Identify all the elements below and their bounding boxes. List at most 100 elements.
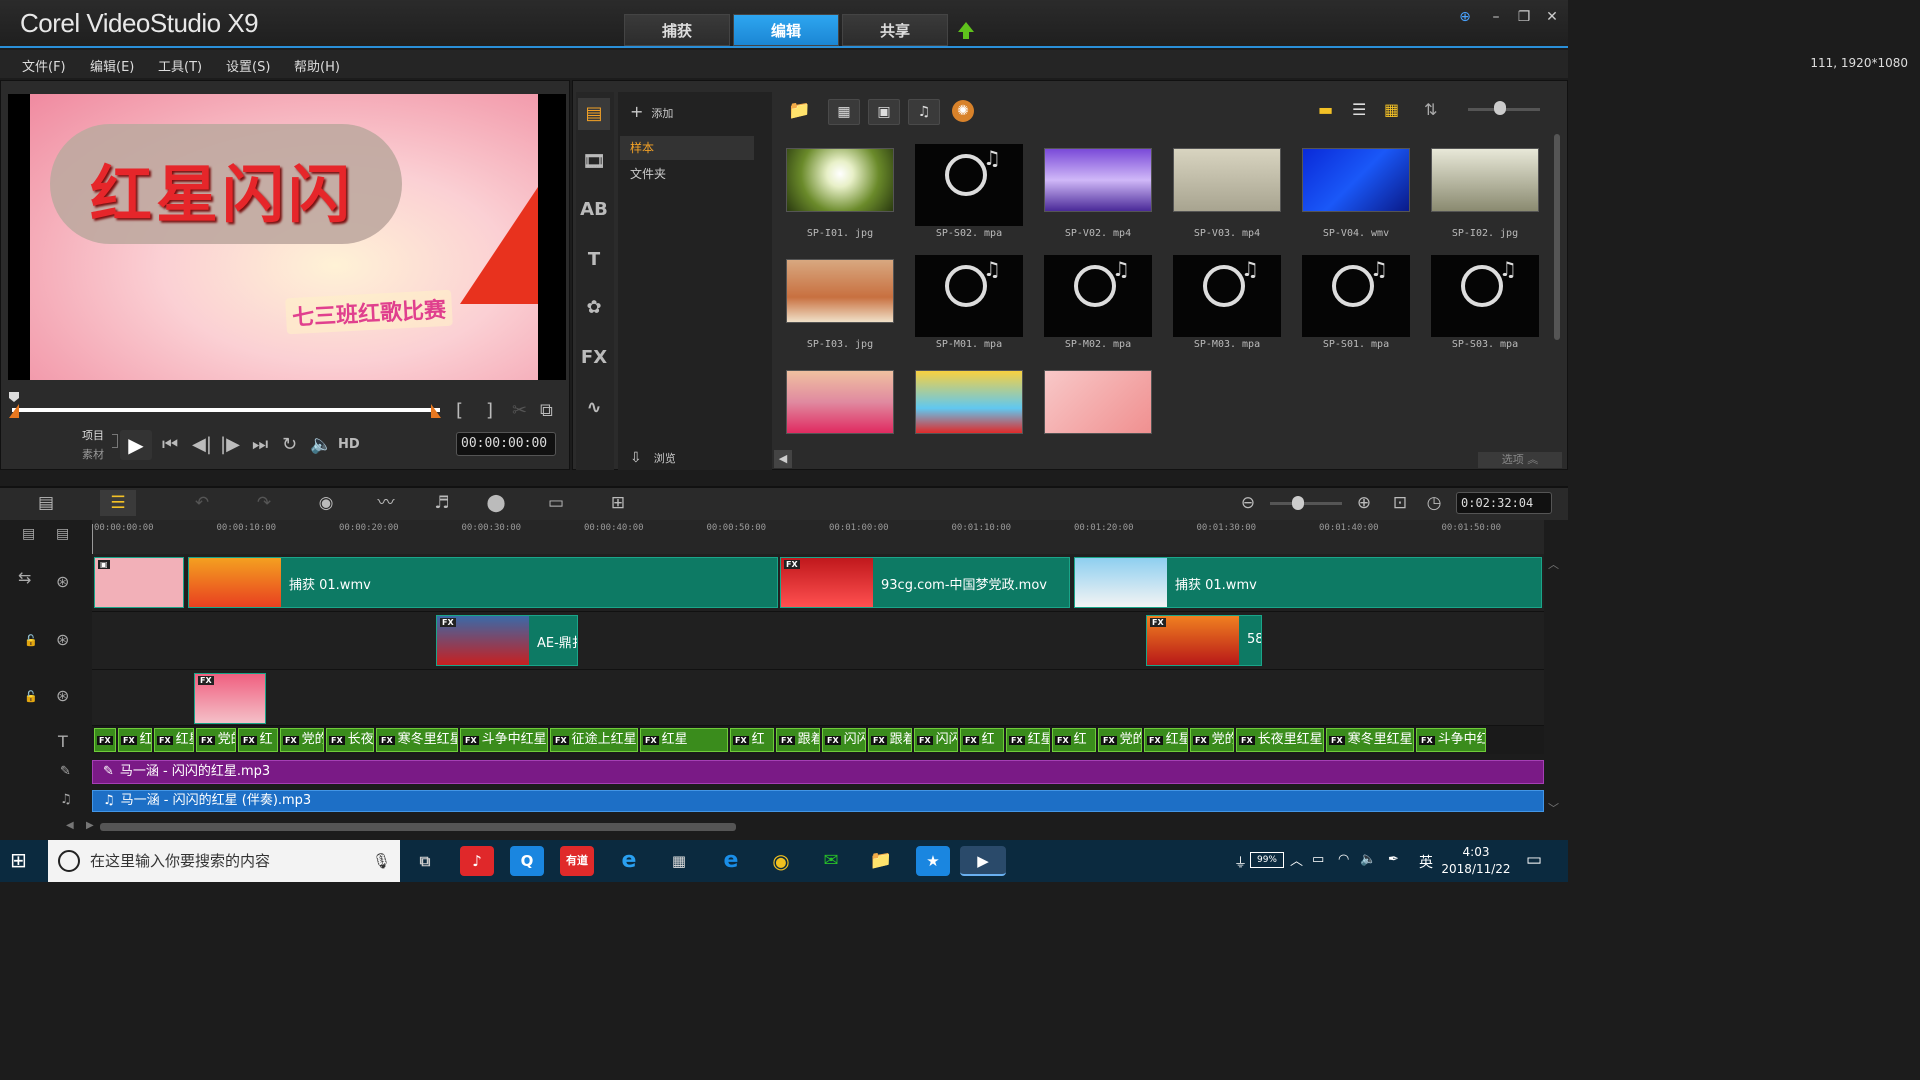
title-clip[interactable]: FX红 xyxy=(94,728,116,752)
calculator-icon[interactable]: ▦ xyxy=(662,846,696,876)
chrome-icon[interactable]: ◉ xyxy=(764,846,798,876)
title-clip[interactable]: FX党的 xyxy=(1098,728,1142,752)
hd-preview-toggle[interactable]: HD xyxy=(338,437,360,452)
pen-icon[interactable]: ✒ xyxy=(1388,852,1399,867)
repeat-icon[interactable]: ↻ xyxy=(282,434,297,455)
auto-music-icon[interactable]: ♬ xyxy=(424,490,460,516)
video-clip[interactable]: FX 93cg.com-中国梦党政.mov xyxy=(780,557,1070,608)
library-item[interactable] xyxy=(780,362,906,470)
browser-search-icon[interactable]: Q xyxy=(510,846,544,876)
zoom-in-icon[interactable]: ⊕ xyxy=(1346,490,1382,516)
taskbar-search-input[interactable]: 在这里输入你要搜索的内容 xyxy=(48,840,400,882)
title-clip[interactable]: FX党的 xyxy=(280,728,324,752)
collapse-library-icon[interactable]: ◀ xyxy=(774,450,792,468)
scroll-right-icon[interactable]: ▶ xyxy=(86,820,94,831)
library-item[interactable] xyxy=(909,362,1035,470)
storyboard-view-icon[interactable]: ▤ xyxy=(28,490,64,516)
title-view-icon[interactable]: ▬ xyxy=(1318,100,1333,119)
overlay-clip[interactable]: FX xyxy=(194,673,266,724)
tab-edit[interactable]: 编辑 xyxy=(733,14,839,46)
zoom-out-icon[interactable]: ⊖ xyxy=(1230,490,1266,516)
thumbnail-view-icon[interactable]: ▦ xyxy=(1384,100,1399,119)
library-item[interactable]: SP-I01. jpg xyxy=(780,140,906,248)
internet-explorer-icon[interactable]: e xyxy=(612,846,646,876)
next-frame-icon[interactable]: |▶ xyxy=(220,434,240,455)
show-videos-icon[interactable]: ▦ xyxy=(828,99,860,125)
scroll-down-icon[interactable]: ﹀ xyxy=(1548,800,1559,816)
track-manager-icon[interactable]: ▤ xyxy=(22,526,35,542)
wifi-icon[interactable]: ◠ xyxy=(1338,852,1349,867)
show-photos-icon[interactable]: ▣ xyxy=(868,99,900,125)
wechat-icon[interactable]: ✉ xyxy=(814,846,848,876)
preview-timecode[interactable]: 00:00:00:00 xyxy=(456,432,556,456)
transition-icon[interactable]: AB xyxy=(578,194,610,226)
mark-out-icon[interactable]: ] xyxy=(486,400,493,421)
show-audio-icon[interactable]: ♫ xyxy=(908,99,940,125)
speaker-icon[interactable]: 🔈 xyxy=(1360,852,1376,867)
sound-mixer-icon[interactable]: 〰 xyxy=(368,490,404,516)
title-clip[interactable]: FX红星 xyxy=(1144,728,1188,752)
options-button[interactable]: 选项 ︽ xyxy=(1478,452,1562,468)
fx-filter-icon[interactable]: FX xyxy=(578,342,610,374)
folder-samples[interactable]: 样本 xyxy=(620,136,754,160)
title-clip[interactable]: FX党的 xyxy=(196,728,236,752)
instant-project-icon[interactable]: 🎞 xyxy=(578,146,610,178)
title-clip[interactable]: FX红 xyxy=(1052,728,1096,752)
library-scrollbar[interactable] xyxy=(1554,134,1560,340)
timeline-view-icon[interactable]: ☰ xyxy=(100,490,136,516)
library-item[interactable]: SP-M01. mpa xyxy=(909,251,1035,359)
microphone-icon[interactable]: 🎙 xyxy=(372,852,391,870)
record-capture-icon[interactable]: ◉ xyxy=(308,490,344,516)
library-item[interactable]: SP-S02. mpa xyxy=(909,140,1035,248)
library-item[interactable]: SP-M03. mpa xyxy=(1167,251,1293,359)
library-item[interactable]: SP-V03. mp4 xyxy=(1167,140,1293,248)
previous-frame-icon[interactable]: ◀| xyxy=(192,434,212,455)
mark-in-icon[interactable]: [ xyxy=(456,400,463,421)
title-clip[interactable]: FX跟着 xyxy=(776,728,820,752)
title-clip[interactable]: FX跟着 xyxy=(868,728,912,752)
fit-project-icon[interactable]: ⊡ xyxy=(1382,490,1418,516)
title-clip[interactable]: FX 征途上红星 xyxy=(550,728,638,752)
windows-start-icon[interactable]: ⊞ xyxy=(10,848,27,872)
folder-folder[interactable]: 文件夹 xyxy=(620,162,754,186)
zoom-slider[interactable] xyxy=(1270,502,1342,505)
taskbar-clock[interactable]: 4:03 2018/11/22 xyxy=(1440,844,1512,878)
sort-icon[interactable]: ⇅ xyxy=(1424,100,1437,119)
video-clip[interactable]: 捕获 01.wmv xyxy=(188,557,778,608)
redo-icon[interactable]: ↷ xyxy=(246,490,282,516)
title-clip[interactable]: FX红 xyxy=(238,728,278,752)
notification-icon[interactable]: ▭ xyxy=(1526,850,1542,870)
show-hidden-icons[interactable]: ︿ xyxy=(1290,850,1303,869)
title-clip[interactable]: FX红 xyxy=(730,728,774,752)
end-icon[interactable]: ⏭ xyxy=(252,434,268,455)
undo-icon[interactable]: ↶ xyxy=(184,490,220,516)
graphics-icon[interactable]: ✿ xyxy=(578,292,610,324)
cortana-icon[interactable] xyxy=(58,850,80,872)
enlarge-preview-icon[interactable]: ⧉ xyxy=(540,400,553,421)
title-clip[interactable]: FX 寒冬里红星 xyxy=(1326,728,1414,752)
mode-clip[interactable]: 素材 xyxy=(82,446,104,462)
timeline-hscrollbar[interactable] xyxy=(100,823,736,831)
library-item[interactable]: SP-I02. jpg xyxy=(1425,140,1551,248)
home-icon[interactable]: ⏮ xyxy=(162,434,178,455)
multi-camera-icon[interactable]: ⊞ xyxy=(600,490,636,516)
title-clip[interactable]: FX红星 xyxy=(154,728,194,752)
title-clip[interactable]: FX红星 xyxy=(640,728,728,752)
minimize-button[interactable]: – xyxy=(1486,8,1506,26)
motion-tracking-icon[interactable]: ⬤ xyxy=(478,490,514,516)
overlay-clip[interactable]: FX 58( xyxy=(1146,615,1262,666)
title-clip[interactable]: FX党的 xyxy=(1190,728,1234,752)
library-item[interactable]: SP-V04. wmv xyxy=(1296,140,1422,248)
battery-tray-icon[interactable]: ▭ xyxy=(1312,852,1324,867)
restore-button[interactable]: ❐ xyxy=(1514,8,1534,26)
title-clip[interactable]: FX闪闪 xyxy=(914,728,958,752)
get-more-content-icon[interactable]: ✺ xyxy=(952,100,974,122)
title-clip[interactable]: FX 寒冬里红星 xyxy=(376,728,458,752)
ime-indicator[interactable]: 英 xyxy=(1419,852,1433,872)
tab-share[interactable]: 共享 xyxy=(842,14,948,46)
zoom-handle[interactable] xyxy=(1292,496,1304,510)
library-item[interactable]: SP-S01. mpa xyxy=(1296,251,1422,359)
volume-icon[interactable]: 🔈 xyxy=(310,434,332,455)
tab-capture[interactable]: 捕获 xyxy=(624,14,730,46)
preview-frame[interactable]: 红星闪闪 七三班红歌比赛 xyxy=(30,94,538,380)
